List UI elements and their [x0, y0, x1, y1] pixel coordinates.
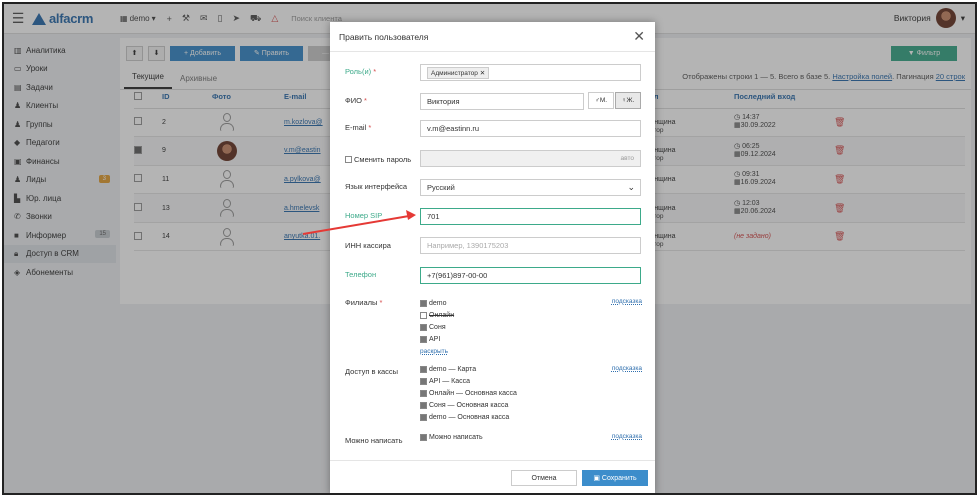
app-window: ☰ alfacrm ▦ demo ▾ + ⚒ ✉ ▯ ➤ ⛟ △ Поиск кли… — [2, 2, 977, 495]
arrow-line — [302, 215, 410, 235]
annotation-arrow — [302, 210, 416, 235]
arrow-head-icon — [406, 210, 416, 220]
